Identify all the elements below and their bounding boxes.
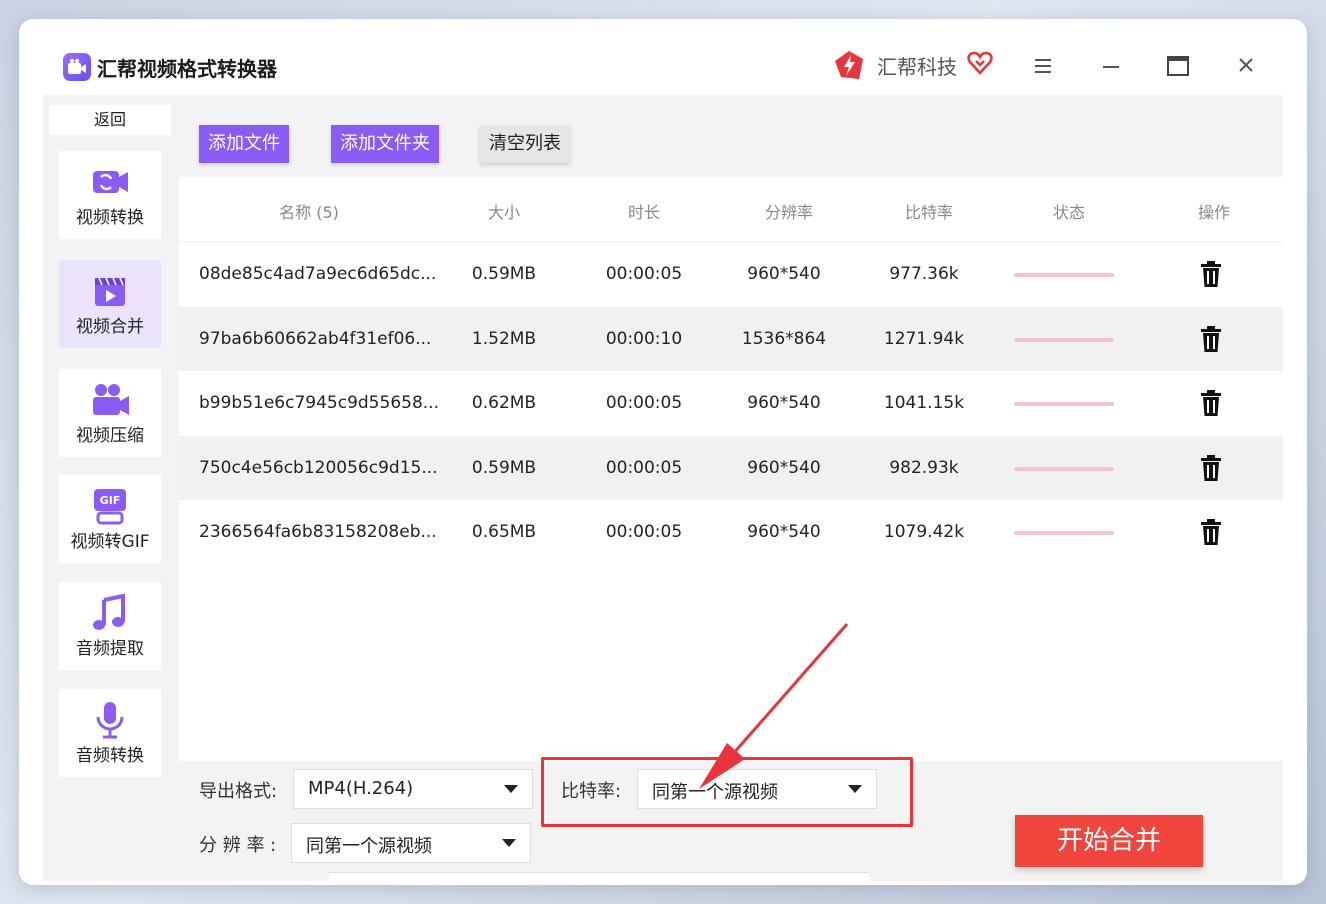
column-header-name[interactable]: 名称 (5) — [239, 199, 379, 223]
cell-name: 97ba6b60662ab4f31ef06... — [199, 328, 432, 349]
add-file-button[interactable]: 添加文件 — [199, 125, 289, 163]
chevron-down-icon — [502, 839, 516, 847]
sidebar-item-audio-convert[interactable]: 音频转换 — [59, 689, 161, 777]
cell-size: 0.65MB — [471, 522, 537, 542]
brand-name: 汇帮科技 — [877, 55, 957, 79]
start-merge-button[interactable]: 开始合并 — [1015, 815, 1203, 867]
sidebar-item-label: 音频转换 — [76, 746, 144, 766]
add-folder-button[interactable]: 添加文件夹 — [331, 125, 439, 163]
format-value: MP4(H.264) — [308, 778, 414, 799]
screenshot-card: 汇帮视频格式转换器 汇帮科技 返回 视频转换 视频合并 视频压缩 GIF 视频转… — [19, 19, 1307, 885]
trash-icon[interactable] — [1199, 389, 1223, 417]
svg-text:GIF: GIF — [100, 494, 121, 507]
resolution-select[interactable]: 同第一个源视频 — [291, 823, 531, 863]
chevron-down-icon — [504, 785, 518, 793]
cell-bitrate: 1041.15k — [883, 393, 965, 413]
clear-list-button[interactable]: 清空列表 — [480, 125, 570, 163]
sidebar-item-audio-extract[interactable]: 音频提取 — [59, 582, 161, 670]
cell-name: 2366564fa6b83158208eb... — [199, 522, 437, 542]
table-row[interactable]: 97ba6b60662ab4f31ef06... 1.52MB 00:00:10 15… — [179, 306, 1283, 371]
cell-name: b99b51e6c7945c9d55658... — [199, 393, 439, 413]
microphone-icon — [96, 702, 124, 739]
trash-icon[interactable] — [1199, 325, 1223, 353]
column-header-bitrate[interactable]: 比特率 — [884, 199, 974, 223]
cell-resolution: 960*540 — [747, 264, 821, 284]
toolbar: 添加文件 添加文件夹 清空列表 — [179, 95, 1283, 177]
cell-size: 0.59MB — [471, 264, 537, 284]
cell-size: 1.52MB — [471, 328, 537, 349]
cell-bitrate: 977.36k — [889, 264, 959, 284]
main-panel: 添加文件 添加文件夹 清空列表 名称 (5) 大小 时长 分辨率 比特率 状态 … — [179, 95, 1283, 882]
column-header-resolution[interactable]: 分辨率 — [739, 199, 839, 223]
minimize-icon[interactable] — [1096, 53, 1126, 79]
trash-icon[interactable] — [1199, 454, 1223, 482]
column-header-status: 状态 — [1052, 203, 1085, 222]
cell-resolution: 960*540 — [747, 393, 821, 413]
table-header: 名称 (5) 大小 时长 分辨率 比特率 状态 操作 — [179, 177, 1283, 242]
gif-icon: GIF — [94, 489, 126, 525]
sidebar-item-video-gif[interactable]: GIF 视频转GIF — [59, 475, 161, 563]
cell-resolution: 960*540 — [747, 457, 821, 478]
format-label: 导出格式: — [199, 781, 278, 802]
column-header-duration[interactable]: 时长 — [599, 199, 689, 223]
status-progress-bar — [1014, 402, 1114, 406]
cell-size: 0.62MB — [471, 393, 537, 413]
table-row[interactable]: b99b51e6c7945c9d55658... 0.62MB 00:00:05 96… — [179, 371, 1283, 435]
sidebar-item-video-merge[interactable]: 视频合并 — [59, 260, 161, 348]
column-header-actions: 操作 — [1197, 203, 1230, 222]
cell-duration: 00:00:05 — [605, 264, 683, 284]
cell-size: 0.59MB — [471, 457, 537, 478]
app-logo-icon — [63, 53, 91, 81]
sidebar-item-label: 音频提取 — [76, 639, 144, 659]
cell-duration: 00:00:05 — [605, 522, 683, 542]
annotation-highlight-box — [541, 757, 913, 827]
close-icon[interactable] — [1231, 53, 1261, 79]
cell-name: 08de85c4ad7a9ec6d65dc... — [199, 264, 437, 284]
table-row[interactable]: 08de85c4ad7a9ec6d65dc... 0.59MB 00:00:05 96… — [179, 242, 1283, 306]
cell-resolution: 1536*864 — [741, 328, 827, 349]
cell-bitrate: 1271.94k — [883, 328, 965, 349]
sidebar-item-label: 视频压缩 — [76, 426, 144, 446]
hidden-field — [329, 872, 869, 882]
video-convert-icon — [93, 171, 128, 193]
app-title: 汇帮视频格式转换器 — [97, 57, 277, 81]
status-progress-bar — [1014, 531, 1114, 535]
music-note-icon — [93, 594, 125, 630]
column-header-size[interactable]: 大小 — [459, 199, 549, 223]
title-bar: 汇帮视频格式转换器 汇帮科技 — [43, 35, 1283, 96]
sidebar: 返回 视频转换 视频合并 视频压缩 GIF 视频转GIF 音频提取 音频转换 — [43, 95, 179, 881]
format-select[interactable]: MP4(H.264) — [293, 769, 533, 809]
resolution-value: 同第一个源视频 — [306, 836, 432, 857]
status-progress-bar — [1014, 273, 1114, 277]
status-progress-bar — [1014, 466, 1114, 471]
back-button[interactable]: 返回 — [49, 105, 171, 135]
cell-bitrate: 1079.42k — [883, 522, 965, 542]
sidebar-item-label: 视频转换 — [76, 208, 144, 228]
cell-duration: 00:00:05 — [605, 457, 683, 478]
table-row[interactable]: 750c4e56cb120056c9d15... 0.59MB 00:00:05 96… — [179, 435, 1283, 500]
cell-bitrate: 982.93k — [889, 457, 959, 478]
sidebar-item-label: 视频合并 — [76, 317, 144, 337]
menu-icon[interactable] — [1028, 53, 1058, 79]
cell-duration: 00:00:10 — [605, 328, 683, 349]
resolution-label: 分 辨 率 : — [199, 835, 277, 856]
cell-duration: 00:00:05 — [605, 393, 683, 413]
video-compress-icon — [93, 384, 129, 415]
maximize-icon[interactable] — [1163, 53, 1193, 79]
heart-icon[interactable] — [967, 50, 993, 76]
trash-icon[interactable] — [1199, 260, 1223, 288]
trash-icon[interactable] — [1199, 518, 1223, 546]
cell-resolution: 960*540 — [747, 522, 821, 542]
sidebar-item-video-convert[interactable]: 视频转换 — [59, 151, 161, 239]
sidebar-item-label: 视频转GIF — [70, 532, 150, 552]
video-merge-icon — [95, 277, 125, 306]
app-window: 汇帮视频格式转换器 汇帮科技 返回 视频转换 视频合并 视频压缩 GIF 视频转… — [43, 35, 1283, 882]
brand-logo-icon — [835, 51, 863, 79]
sidebar-item-video-compress[interactable]: 视频压缩 — [59, 369, 161, 457]
cell-name: 750c4e56cb120056c9d15... — [199, 457, 438, 478]
table-row[interactable]: 2366564fa6b83158208eb... 0.65MB 00:00:05 96… — [179, 500, 1283, 564]
status-progress-bar — [1014, 337, 1114, 342]
